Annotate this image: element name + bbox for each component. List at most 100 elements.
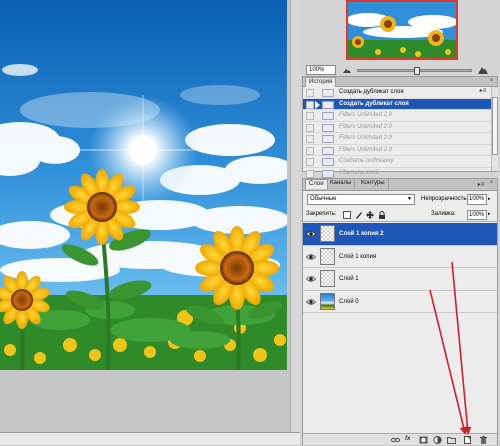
history-state-icon	[322, 158, 334, 166]
history-source-checkbox[interactable]	[306, 169, 314, 178]
layer-name[interactable]: Слой 0	[339, 291, 359, 313]
chevron-right-icon[interactable]: ▸	[488, 211, 491, 217]
history-panel-header: История ×	[303, 77, 497, 87]
history-state-icon	[322, 123, 334, 132]
layer-row[interactable]: Слой 0	[303, 290, 497, 313]
history-item[interactable]: Создать дубликат слоя	[303, 87, 491, 99]
tab-paths[interactable]: Контуры	[358, 179, 389, 189]
history-source-checkbox[interactable]	[306, 158, 314, 166]
document-canvas-area[interactable]	[0, 0, 300, 445]
eye-icon[interactable]	[305, 274, 317, 284]
opacity-field[interactable]: 100%	[467, 194, 487, 205]
history-item[interactable]: Filters Unlimited 2.0	[303, 145, 491, 156]
new-layer-icon[interactable]	[463, 436, 472, 444]
sunflower-photo	[0, 0, 287, 370]
eye-icon[interactable]	[305, 252, 317, 262]
layer-name[interactable]: Слой 1 копия 2	[339, 223, 384, 245]
trash-icon[interactable]	[479, 436, 488, 444]
move-icon[interactable]	[366, 211, 374, 219]
layer-thumbnail[interactable]	[320, 270, 335, 287]
history-item-label: Filters Unlimited 2.0	[339, 135, 393, 141]
chevron-down-icon: ▼	[407, 196, 412, 202]
history-item[interactable]: Filters Unlimited 2.0	[303, 110, 491, 122]
layer-thumbnail[interactable]	[320, 225, 335, 242]
layer-thumbnail[interactable]	[320, 247, 335, 265]
mountain-small-icon[interactable]	[342, 66, 352, 74]
history-item[interactable]: Filters Unlimited 2.0	[303, 122, 491, 133]
close-icon[interactable]: ×	[488, 78, 495, 85]
history-pointer-icon	[315, 100, 320, 109]
chevron-right-icon[interactable]: ▸	[488, 196, 491, 202]
lock-transparency-icon[interactable]	[343, 211, 351, 219]
history-state-icon	[322, 100, 334, 109]
history-state-icon	[322, 169, 334, 178]
mask-icon[interactable]	[419, 436, 428, 444]
document-image[interactable]	[0, 0, 287, 370]
tab-history[interactable]: История	[305, 77, 337, 87]
zoom-level-field[interactable]: 100%	[306, 65, 336, 75]
history-source-checkbox[interactable]	[306, 146, 314, 155]
layers-panel-header: Слои Каналы Контуры ×	[303, 179, 497, 191]
link-layers-icon[interactable]	[391, 436, 400, 444]
lock-row: Закрепить: Заливка: 100% ▸	[303, 208, 497, 222]
history-item-label: Filters Unlimited 2.0	[339, 123, 393, 130]
layer-name[interactable]: Слой 1 копия	[339, 246, 376, 268]
tab-layers[interactable]: Слои	[305, 179, 328, 189]
tab-channels[interactable]: Каналы	[327, 179, 356, 189]
history-item-label: Filters Unlimited 2.0	[339, 146, 393, 153]
layers-panel: Слои Каналы Контуры × ▸≡ Обычные ▼ Непро…	[302, 178, 498, 445]
layers-footer: fx	[303, 433, 497, 445]
history-state-icon	[322, 135, 334, 143]
fill-field[interactable]: 100%	[467, 210, 487, 220]
blend-mode-select[interactable]: Обычные ▼	[307, 194, 415, 205]
history-item-label: Создать подсказку	[339, 158, 394, 164]
canvas-vertical-scrollbar[interactable]	[290, 0, 300, 432]
history-item-label: Создать дубликат слоя	[339, 100, 409, 107]
layer-row[interactable]: Слой 1 копия 2	[303, 223, 497, 246]
fill-label: Заливка:	[431, 211, 456, 217]
history-source-checkbox[interactable]	[306, 112, 314, 120]
history-scrollbar[interactable]	[491, 87, 498, 171]
close-icon[interactable]: ×	[488, 180, 495, 187]
eye-icon[interactable]	[305, 229, 317, 239]
history-source-checkbox[interactable]	[306, 100, 314, 109]
lock-label: Закрепить:	[306, 211, 337, 217]
navigator-proxy-view[interactable]	[346, 0, 458, 60]
history-source-checkbox[interactable]	[306, 89, 314, 97]
adjustment-layer-icon[interactable]	[433, 436, 442, 444]
mountain-large-icon[interactable]	[478, 65, 488, 75]
history-item[interactable]: Создать подсказку	[303, 156, 491, 168]
history-scrollbar-thumb[interactable]	[492, 97, 498, 155]
canvas-horizontal-scrollbar[interactable]	[0, 432, 300, 445]
zoom-slider-thumb[interactable]	[414, 67, 420, 75]
history-source-checkbox[interactable]	[306, 123, 314, 132]
history-item[interactable]: Filters Unlimited 2.0	[303, 133, 491, 145]
panel-dock: 100% История × ▸≡ Создать дубликат слоя С…	[300, 0, 500, 445]
layer-row[interactable]: Слой 1	[303, 268, 497, 291]
history-source-checkbox[interactable]	[306, 135, 314, 143]
eye-icon[interactable]	[305, 297, 317, 307]
navigator-panel: 100%	[302, 0, 498, 76]
panel-menu-icon[interactable]: ▸≡	[477, 182, 485, 188]
history-item-label: Создать дубликат слоя	[339, 89, 404, 95]
brush-icon[interactable]	[355, 211, 363, 219]
lock-icon[interactable]	[378, 211, 386, 219]
layer-row[interactable]: Слой 1 копия	[303, 245, 497, 268]
navigator-zoom-row: 100%	[302, 63, 498, 76]
zoom-slider[interactable]	[357, 67, 472, 75]
history-state-icon	[322, 146, 334, 155]
history-panel: История × ▸≡ Создать дубликат слоя Создат…	[302, 76, 498, 179]
layer-name[interactable]: Слой 1	[339, 268, 359, 290]
history-item[interactable]: Создать дубликат слоя	[303, 98, 491, 110]
layer-thumbnail[interactable]	[320, 292, 335, 310]
navigator-thumbnail	[348, 2, 456, 58]
layer-list: Слой 1 копия 2 Слой 1 копия Слой 1 Слой 0	[303, 223, 497, 325]
group-folder-icon[interactable]	[447, 436, 456, 444]
history-list: Создать дубликат слоя Создать дубликат сл…	[303, 87, 491, 179]
blend-mode-value: Обычные	[310, 196, 337, 202]
history-item-label: Удалить слой	[339, 169, 379, 176]
blend-row: Обычные ▼ Непрозрачность: 100% ▸	[303, 193, 497, 207]
fx-icon[interactable]: fx	[405, 436, 414, 444]
history-state-icon	[322, 89, 334, 97]
opacity-label: Непрозрачность:	[421, 196, 469, 202]
